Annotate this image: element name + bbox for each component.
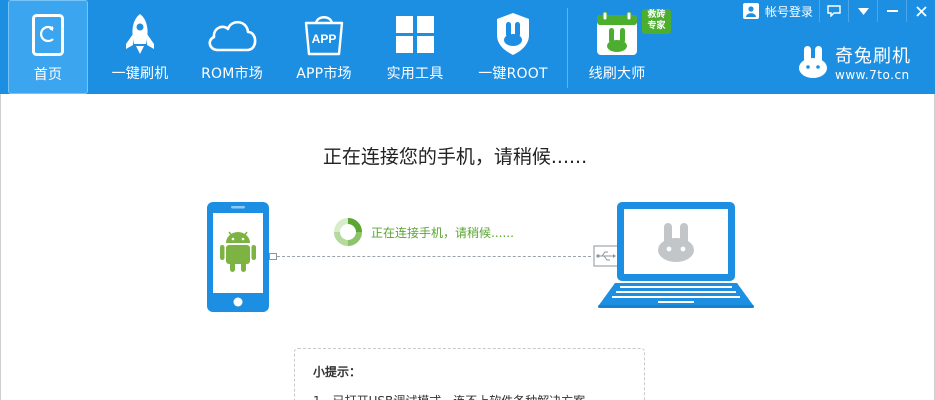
connection-status-text: 正在连接手机，请稍候...... bbox=[371, 225, 514, 240]
laptop-illustration bbox=[598, 201, 754, 313]
rabbit-calendar-icon bbox=[595, 10, 639, 58]
nav-one-key-root-label: 一键ROOT bbox=[478, 66, 548, 82]
menu-arrow-icon[interactable] bbox=[848, 0, 877, 22]
phone-port bbox=[269, 253, 277, 260]
connecting-headline: 正在连接您的手机，请稍候...... bbox=[322, 146, 588, 168]
tips-box: 小提示： 1、已打开USB调试模式，连不上软件各种解决方案。 bbox=[294, 348, 645, 400]
connection-line bbox=[277, 256, 591, 257]
nav-home-label: 首页 bbox=[33, 67, 63, 83]
nav-line-flash-master-label: 线刷大师 bbox=[588, 66, 646, 82]
close-icon[interactable] bbox=[906, 0, 935, 22]
top-navigation-bar: 首页 一键刷机 ROM市场 APP APP市场 实用工具 一键ROOT 线刷大师… bbox=[0, 0, 935, 94]
account-login-label: 帐号登录 bbox=[764, 4, 813, 19]
nav-tools-label: 实用工具 bbox=[386, 66, 444, 82]
window-controls: 帐号登录 bbox=[742, 0, 935, 22]
nav-divider bbox=[567, 8, 568, 88]
nav-rom-market-label: ROM市场 bbox=[201, 66, 263, 82]
brand-name: 奇兔刷机 bbox=[835, 46, 911, 67]
rocket-icon bbox=[122, 10, 158, 58]
main-content: 正在连接您的手机，请稍候...... 正在连接手机，请稍候...... 小提示： bbox=[0, 94, 935, 400]
feedback-icon[interactable] bbox=[819, 0, 848, 22]
connection-status: 正在连接手机，请稍候...... bbox=[333, 217, 514, 247]
nav-app-market-label: APP市场 bbox=[296, 66, 352, 82]
tips-line-usb-debug[interactable]: 1、已打开USB调试模式，连不上软件各种解决方案。 bbox=[313, 392, 626, 400]
windows-grid-icon bbox=[395, 10, 435, 58]
account-login-button[interactable]: 帐号登录 bbox=[742, 3, 813, 20]
shield-rabbit-icon bbox=[493, 10, 533, 58]
app-bag-icon: APP bbox=[301, 10, 347, 58]
nav-one-key-flash-label: 一键刷机 bbox=[111, 66, 169, 82]
cloud-icon bbox=[204, 10, 260, 58]
home-phone-icon bbox=[32, 11, 64, 59]
nav-one-key-root[interactable]: 一键ROOT bbox=[470, 0, 556, 94]
nav-home[interactable]: 首页 bbox=[8, 0, 88, 94]
minimize-icon[interactable] bbox=[877, 0, 906, 22]
brand-logo: 奇兔刷机 www.7to.cn bbox=[797, 42, 911, 82]
rescue-expert-badge: 救砖 专家 bbox=[642, 9, 671, 34]
nav-tools[interactable]: 实用工具 bbox=[375, 0, 455, 94]
rabbit-logo-icon bbox=[799, 46, 827, 78]
user-icon bbox=[742, 3, 759, 19]
brand-url: www.7to.cn bbox=[835, 68, 910, 82]
loading-spinner-icon bbox=[334, 218, 362, 246]
phone-illustration bbox=[206, 201, 270, 317]
svg-text:APP: APP bbox=[312, 32, 337, 46]
nav-one-key-flash[interactable]: 一键刷机 bbox=[100, 0, 180, 94]
tips-title: 小提示： bbox=[313, 365, 362, 379]
nav-rom-market[interactable]: ROM市场 bbox=[192, 0, 272, 94]
nav-app-market[interactable]: APP APP市场 bbox=[284, 0, 364, 94]
